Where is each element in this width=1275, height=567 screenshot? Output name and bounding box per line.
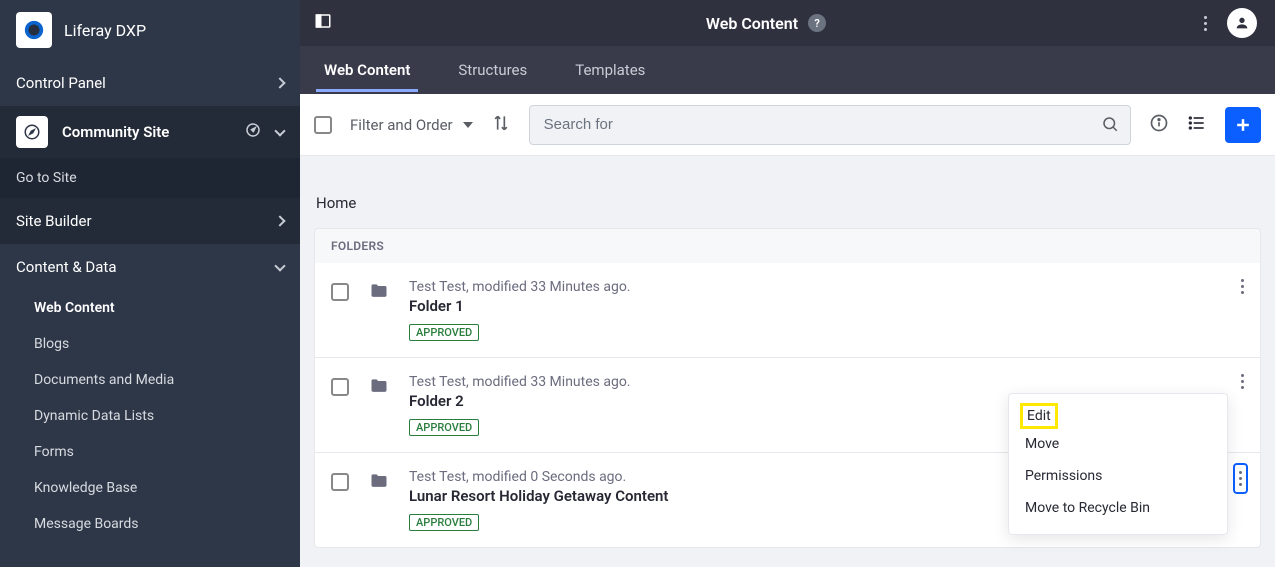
- folder-icon: [369, 376, 389, 400]
- tab-web-content[interactable]: Web Content: [316, 48, 418, 92]
- sidebar-item-web-content[interactable]: Web Content: [0, 290, 300, 326]
- folders-header: FOLDERS: [314, 228, 1261, 263]
- circle-icon[interactable]: [244, 121, 262, 143]
- brand-title: Liferay DXP: [64, 21, 146, 40]
- page-title: Web Content: [706, 14, 798, 33]
- sidebar-item-documents-media[interactable]: Documents and Media: [0, 362, 300, 398]
- sidebar-item-dynamic-data-lists[interactable]: Dynamic Data Lists: [0, 398, 300, 434]
- help-icon[interactable]: ?: [808, 14, 826, 32]
- list-view-icon[interactable]: [1187, 113, 1207, 137]
- panel-toggle-icon[interactable]: [314, 15, 332, 34]
- sidebar: Liferay DXP Control Panel Community Site…: [0, 0, 300, 567]
- folder-icon: [369, 471, 389, 495]
- caret-down-icon: [463, 122, 473, 128]
- content-data-label: Content & Data: [16, 258, 117, 276]
- tab-structures[interactable]: Structures: [450, 48, 535, 92]
- chevron-down-icon[interactable]: [274, 125, 285, 136]
- row-checkbox[interactable]: [331, 283, 349, 301]
- tabs: Web Content Structures Templates: [300, 46, 1275, 94]
- info-icon[interactable]: [1149, 113, 1169, 137]
- control-panel-label: Control Panel: [16, 74, 106, 92]
- sort-icon[interactable]: [491, 113, 511, 137]
- menu-recycle[interactable]: Move to Recycle Bin: [1009, 492, 1227, 524]
- search-input[interactable]: [529, 105, 1131, 145]
- status-badge: APPROVED: [409, 514, 479, 531]
- header-kebab-icon[interactable]: [1204, 16, 1207, 31]
- menu-move[interactable]: Move: [1009, 428, 1227, 460]
- filter-order-label: Filter and Order: [350, 116, 453, 134]
- row-kebab-icon[interactable]: [1241, 374, 1244, 389]
- header: Web Content ?: [300, 0, 1275, 46]
- menu-permissions[interactable]: Permissions: [1009, 460, 1227, 492]
- list-item[interactable]: Test Test, modified 33 Minutes ago. Fold…: [314, 263, 1261, 358]
- site-name: Community Site: [62, 123, 169, 141]
- sidebar-scroll[interactable]: Control Panel Community Site Go to Site …: [0, 60, 300, 567]
- row-checkbox[interactable]: [331, 473, 349, 491]
- row-kebab-icon[interactable]: [1233, 463, 1248, 494]
- content-area: Home FOLDERS Test Test, modified 33 Minu…: [300, 156, 1275, 567]
- avatar[interactable]: [1227, 8, 1257, 38]
- tab-templates[interactable]: Templates: [567, 48, 653, 92]
- filter-order-dropdown[interactable]: Filter and Order: [350, 116, 473, 134]
- search-icon[interactable]: [1101, 115, 1119, 137]
- list-item[interactable]: Test Test, modified 0 Seconds ago. Lunar…: [314, 453, 1261, 548]
- chevron-down-icon: [274, 260, 285, 271]
- sidebar-site-row[interactable]: Community Site: [0, 106, 300, 158]
- sidebar-content-data[interactable]: Content & Data: [0, 244, 300, 290]
- chevron-right-icon: [274, 215, 285, 226]
- breadcrumb[interactable]: Home: [314, 170, 1261, 228]
- item-meta: Test Test, modified 33 Minutes ago.: [409, 279, 1244, 295]
- sidebar-item-forms[interactable]: Forms: [0, 434, 300, 470]
- brand-icon: [16, 12, 52, 48]
- menu-edit[interactable]: Edit: [1021, 404, 1057, 428]
- add-button[interactable]: [1225, 107, 1261, 143]
- row-kebab-icon[interactable]: [1241, 279, 1244, 294]
- status-badge: APPROVED: [409, 419, 479, 436]
- row-checkbox[interactable]: [331, 378, 349, 396]
- select-all-checkbox[interactable]: [314, 116, 332, 134]
- sidebar-go-to-site[interactable]: Go to Site: [0, 158, 300, 198]
- item-title: Folder 1: [409, 297, 1244, 315]
- chevron-right-icon: [274, 77, 285, 88]
- sidebar-item-knowledge-base[interactable]: Knowledge Base: [0, 470, 300, 506]
- sidebar-item-message-boards[interactable]: Message Boards: [0, 506, 300, 542]
- item-meta: Test Test, modified 33 Minutes ago.: [409, 374, 1244, 390]
- compass-icon: [16, 116, 48, 148]
- toolbar: Filter and Order: [300, 94, 1275, 156]
- sidebar-site-builder[interactable]: Site Builder: [0, 198, 300, 244]
- sidebar-item-blogs[interactable]: Blogs: [0, 326, 300, 362]
- search-wrapper: [529, 105, 1131, 145]
- context-menu: Edit Move Permissions Move to Recycle Bi…: [1008, 393, 1228, 535]
- site-builder-label: Site Builder: [16, 212, 92, 230]
- sidebar-control-panel[interactable]: Control Panel: [0, 60, 300, 106]
- brand[interactable]: Liferay DXP: [0, 0, 300, 60]
- folder-icon: [369, 281, 389, 305]
- status-badge: APPROVED: [409, 324, 479, 341]
